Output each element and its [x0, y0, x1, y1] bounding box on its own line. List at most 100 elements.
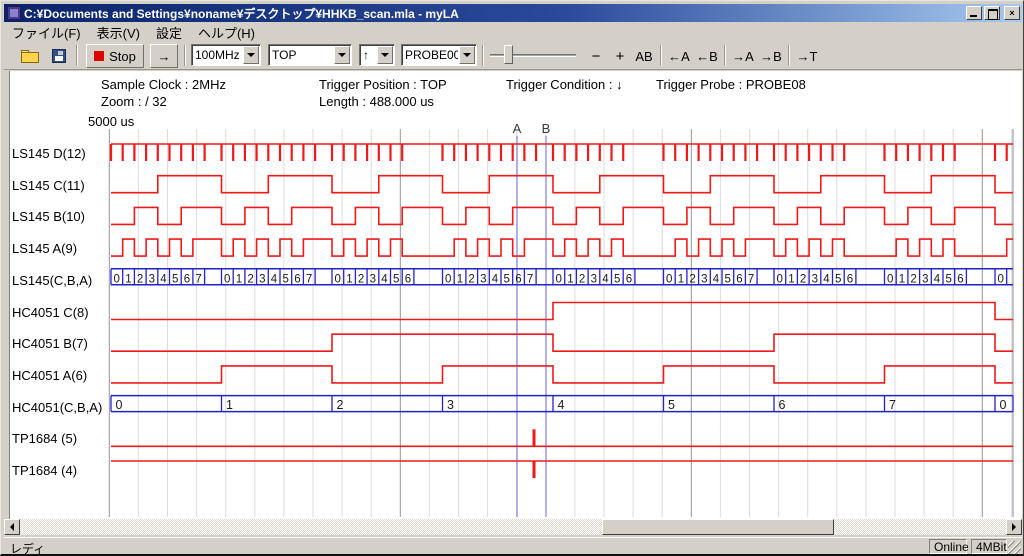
slider-thumb[interactable] — [504, 45, 513, 64]
menu-file[interactable]: ファイル(F) — [4, 22, 89, 43]
run-button[interactable]: → — [150, 44, 178, 68]
dropdown-button[interactable] — [459, 46, 475, 64]
maximize-button[interactable] — [984, 6, 1000, 20]
svg-text:2: 2 — [247, 273, 253, 285]
minimize-button[interactable] — [966, 6, 982, 20]
svg-text:0: 0 — [556, 273, 562, 285]
waveform-plot[interactable]: AB01234567012345670123456012345670123456… — [4, 71, 1022, 519]
cursor-label: A — [513, 121, 522, 136]
app-icon[interactable] — [7, 6, 21, 20]
svg-text:0: 0 — [116, 398, 123, 412]
open-file-button[interactable] — [16, 44, 44, 68]
svg-text:3: 3 — [259, 273, 265, 285]
svg-text:7: 7 — [195, 273, 201, 285]
zoom-in-button[interactable]: + — [610, 44, 630, 68]
horizontal-scrollbar[interactable] — [4, 519, 1022, 535]
svg-text:4: 4 — [492, 273, 499, 285]
svg-text:6: 6 — [626, 273, 632, 285]
save-floppy-icon — [52, 49, 66, 63]
run-arrow-icon: → — [158, 49, 171, 64]
svg-text:5: 5 — [725, 273, 731, 285]
dropdown-button[interactable] — [334, 46, 350, 64]
svg-text:5: 5 — [835, 273, 841, 285]
stop-label: Stop — [109, 49, 136, 64]
svg-text:0: 0 — [335, 273, 341, 285]
goto-cursor-a-right-button[interactable]: →A — [730, 44, 756, 68]
scrollbar-thumb[interactable] — [602, 519, 834, 535]
svg-text:6: 6 — [957, 273, 963, 285]
trigger-edge-value: ↑ — [360, 48, 376, 62]
svg-text:4: 4 — [271, 273, 278, 285]
toolbar-separator — [184, 45, 186, 66]
svg-text:4: 4 — [160, 273, 167, 285]
stop-icon — [94, 51, 104, 61]
svg-text:4: 4 — [558, 398, 565, 412]
zoom-out-button[interactable]: − — [586, 44, 606, 68]
scroll-left-button[interactable] — [4, 519, 20, 535]
svg-text:1: 1 — [678, 273, 684, 285]
trigger-position-combobox[interactable]: TOP — [268, 44, 352, 66]
chevron-down-icon — [247, 53, 255, 57]
svg-text:2: 2 — [910, 273, 916, 285]
svg-text:7: 7 — [889, 398, 896, 412]
dropdown-button[interactable] — [377, 46, 393, 64]
svg-text:3: 3 — [480, 273, 486, 285]
menu-settings[interactable]: 設定 — [148, 22, 190, 43]
svg-text:1: 1 — [567, 273, 573, 285]
trigger-edge-combobox[interactable]: ↑ — [359, 44, 395, 66]
dropdown-button[interactable] — [243, 46, 259, 64]
close-button[interactable]: × — [1004, 6, 1020, 20]
svg-text:1: 1 — [226, 398, 233, 412]
zoom-ab-button[interactable]: AB — [632, 44, 656, 68]
svg-text:7: 7 — [527, 273, 533, 285]
svg-text:1: 1 — [457, 273, 463, 285]
svg-text:6: 6 — [515, 273, 521, 285]
svg-text:5: 5 — [668, 398, 675, 412]
svg-text:1: 1 — [788, 273, 794, 285]
svg-text:4: 4 — [934, 273, 941, 285]
resize-grip[interactable] — [1008, 541, 1021, 554]
goto-cursor-b-right-button[interactable]: →B — [758, 44, 784, 68]
title-bar[interactable]: C:¥Documents and Settings¥noname¥デスクトップ¥… — [4, 4, 1022, 22]
sample-clock-combobox[interactable]: 100MHz — [191, 44, 261, 66]
svg-text:4: 4 — [823, 273, 830, 285]
goto-cursor-a-left-button[interactable]: ←A — [666, 44, 692, 68]
goto-trigger-button[interactable]: →T — [794, 44, 820, 68]
stop-button[interactable]: Stop — [86, 44, 144, 68]
menu-help[interactable]: ヘルプ(H) — [190, 22, 263, 43]
svg-text:6: 6 — [184, 273, 190, 285]
toolbar-separator — [76, 45, 78, 66]
toolbar: Stop → 100MHz TOP ↑ PROBE00 − + AB — [4, 41, 1022, 70]
slider-track — [490, 54, 576, 57]
trigger-probe-combobox[interactable]: PROBE00 — [401, 44, 477, 66]
toolbar-separator — [482, 45, 484, 66]
svg-text:6: 6 — [736, 273, 742, 285]
svg-text:0: 0 — [777, 273, 783, 285]
svg-text:0: 0 — [1000, 398, 1007, 412]
svg-text:0: 0 — [224, 273, 230, 285]
menu-view[interactable]: 表示(V) — [89, 22, 148, 43]
goto-cursor-b-left-button[interactable]: ←B — [694, 44, 720, 68]
svg-text:4: 4 — [713, 273, 720, 285]
svg-text:5: 5 — [946, 273, 952, 285]
svg-text:5: 5 — [614, 273, 620, 285]
svg-text:6: 6 — [779, 398, 786, 412]
svg-text:5: 5 — [504, 273, 510, 285]
svg-text:5: 5 — [283, 273, 289, 285]
waveform-area: Sample Clock : 2MHz Zoom : / 32 Trigger … — [4, 71, 1022, 519]
svg-text:3: 3 — [149, 273, 155, 285]
sample-clock-value: 100MHz — [192, 48, 242, 62]
svg-text:2: 2 — [137, 273, 143, 285]
svg-text:1: 1 — [346, 273, 352, 285]
toolbar-separator — [788, 45, 790, 66]
svg-text:6: 6 — [847, 273, 853, 285]
zoom-slider[interactable] — [490, 44, 576, 68]
chevron-down-icon — [338, 53, 346, 57]
scroll-right-button[interactable] — [1006, 519, 1022, 535]
svg-text:4: 4 — [381, 273, 388, 285]
save-file-button[interactable] — [46, 44, 72, 68]
svg-text:6: 6 — [405, 273, 411, 285]
svg-text:3: 3 — [701, 273, 707, 285]
svg-text:2: 2 — [337, 398, 344, 412]
memory-size-badge: 4MBit — [971, 539, 1007, 554]
